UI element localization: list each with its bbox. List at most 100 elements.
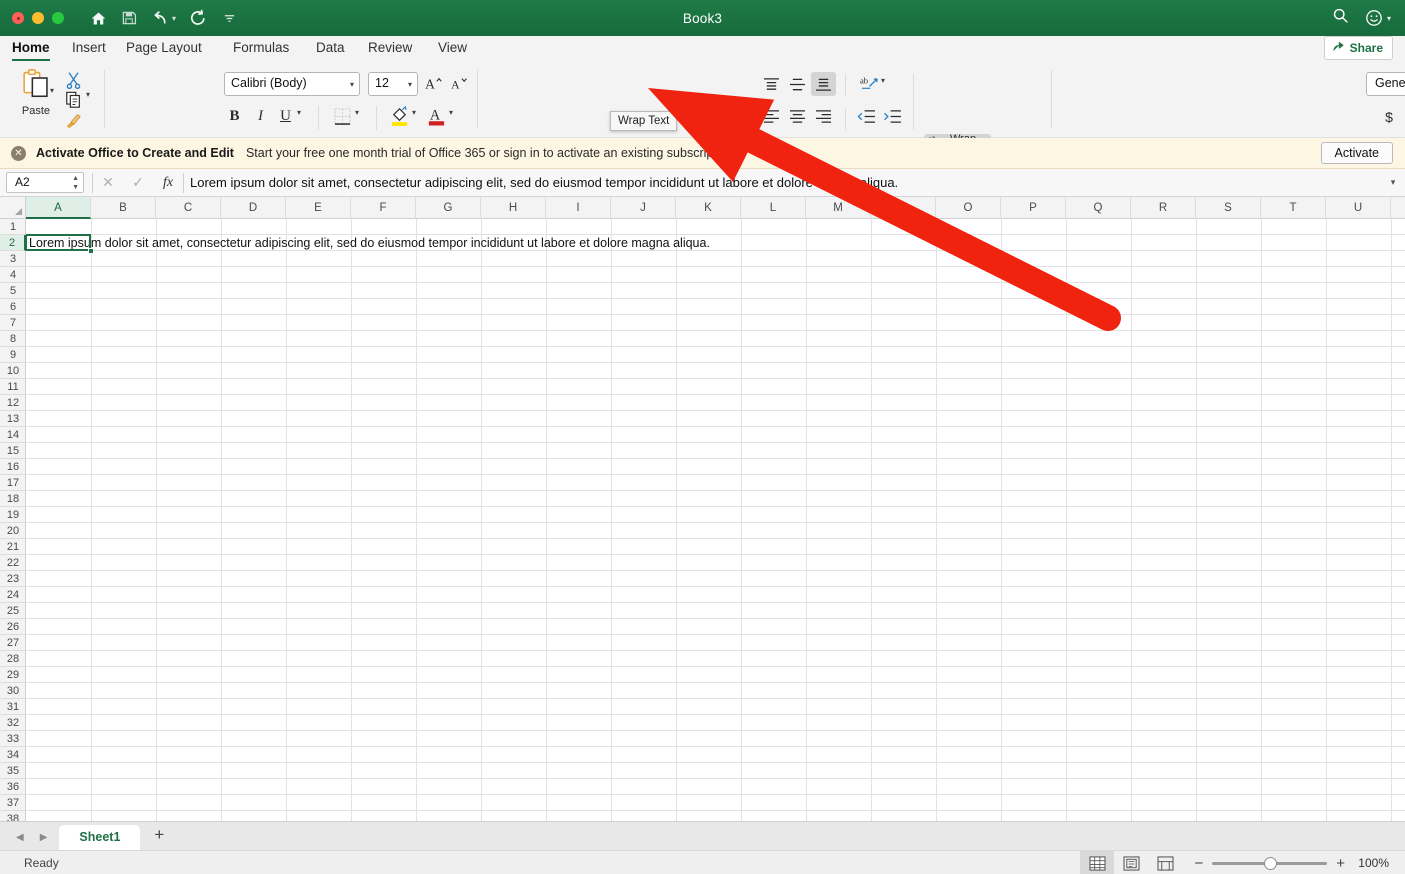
column-header-G[interactable]: G [416,197,481,219]
row-header-20[interactable]: 20 [0,523,26,539]
confirm-icon[interactable]: ✓ [123,174,153,191]
row-header-1[interactable]: 1 [0,219,26,235]
row-header-24[interactable]: 24 [0,587,26,603]
font-family-input[interactable]: Calibri (Body) ▾ [224,72,360,96]
spreadsheet-grid[interactable]: ABCDEFGHIJKLMNOPQRSTU 1 2 3 4 5 6 7 8 9 10 11 12 13 1… [0,197,1405,821]
fill-handle[interactable] [88,248,94,254]
column-header-O[interactable]: O [936,197,1001,219]
borders-icon[interactable] [331,106,353,126]
row-header-37[interactable]: 37 [0,795,26,811]
page-layout-view-button[interactable] [1114,851,1148,874]
cell-A2[interactable]: Lorem ipsum dolor sit amet, consectetur … [29,236,710,250]
row-header-21[interactable]: 21 [0,539,26,555]
row-header-22[interactable]: 22 [0,555,26,571]
column-header-E[interactable]: E [286,197,351,219]
column-header-H[interactable]: H [481,197,546,219]
column-header-B[interactable]: B [91,197,156,219]
column-header-T[interactable]: T [1261,197,1326,219]
column-header-A[interactable]: A [26,197,91,219]
row-header-7[interactable]: 7 [0,315,26,331]
tab-insert[interactable]: Insert [72,39,106,60]
tab-view[interactable]: View [438,39,467,60]
row-header-36[interactable]: 36 [0,779,26,795]
expand-formula-bar-icon[interactable]: ▾ [1381,177,1405,188]
row-header-28[interactable]: 28 [0,651,26,667]
select-all-button[interactable] [0,197,26,219]
column-header-R[interactable]: R [1131,197,1196,219]
row-header-6[interactable]: 6 [0,299,26,315]
row-header-19[interactable]: 19 [0,507,26,523]
italic-button[interactable]: I [252,106,269,126]
tab-data[interactable]: Data [316,39,345,60]
row-header-23[interactable]: 23 [0,571,26,587]
column-header-Q[interactable]: Q [1066,197,1131,219]
row-header-8[interactable]: 8 [0,331,26,347]
zoom-in-button[interactable]: + [1336,855,1345,872]
row-header-13[interactable]: 13 [0,411,26,427]
tab-formulas[interactable]: Formulas [233,39,289,60]
account-dropdown-icon[interactable]: ▾ [1387,14,1391,23]
column-header-C[interactable]: C [156,197,221,219]
search-icon[interactable] [1332,7,1349,29]
row-header-17[interactable]: 17 [0,475,26,491]
zoom-out-button[interactable]: − [1194,855,1203,872]
sheet-tab-sheet1[interactable]: Sheet1 [59,825,141,850]
grid-cells[interactable]: Lorem ipsum dolor sit amet, consectetur … [26,219,1405,821]
paste-dropdown-icon[interactable]: ▾ [50,86,54,95]
row-header-33[interactable]: 33 [0,731,26,747]
row-header-27[interactable]: 27 [0,635,26,651]
row-header-4[interactable]: 4 [0,267,26,283]
copy-icon[interactable] [62,90,84,110]
formula-input[interactable]: Lorem ipsum dolor sit amet, consectetur … [184,175,1381,190]
underline-dropdown-icon[interactable]: ▾ [297,108,301,117]
column-header-K[interactable]: K [676,197,741,219]
row-header-29[interactable]: 29 [0,667,26,683]
previous-sheet-icon[interactable]: ◀ [16,832,24,843]
zoom-level-label[interactable]: 100% [1351,856,1389,870]
cancel-icon[interactable]: ✕ [93,174,123,191]
next-sheet-icon[interactable]: ▶ [40,832,48,843]
account-icon[interactable]: ▾ [1365,9,1391,27]
row-header-10[interactable]: 10 [0,363,26,379]
row-header-16[interactable]: 16 [0,459,26,475]
copy-dropdown-icon[interactable]: ▾ [86,90,90,99]
column-header-D[interactable]: D [221,197,286,219]
row-header-38[interactable]: 38 [0,811,26,821]
column-header-U[interactable]: U [1326,197,1391,219]
row-header-30[interactable]: 30 [0,683,26,699]
row-header-9[interactable]: 9 [0,347,26,363]
row-header-15[interactable]: 15 [0,443,26,459]
row-header-26[interactable]: 26 [0,619,26,635]
name-box[interactable]: A2 ▲ ▼ [6,172,84,193]
activate-button[interactable]: Activate [1320,142,1393,164]
scissors-icon[interactable] [62,70,84,90]
row-header-35[interactable]: 35 [0,763,26,779]
bold-button[interactable]: B [226,106,243,126]
row-header-14[interactable]: 14 [0,427,26,443]
row-header-2[interactable]: 2 [0,235,26,251]
insert-function-icon[interactable]: fx [153,175,183,191]
name-box-spinner-icon[interactable]: ▲ ▼ [72,174,79,192]
zoom-slider-handle[interactable] [1263,856,1277,870]
column-header-P[interactable]: P [1001,197,1066,219]
column-header-J[interactable]: J [611,197,676,219]
format-painter-icon[interactable] [62,110,84,130]
page-break-view-button[interactable] [1148,851,1182,874]
tab-page-layout[interactable]: Page Layout [126,39,202,60]
column-header-F[interactable]: F [351,197,416,219]
column-header-I[interactable]: I [546,197,611,219]
column-header-S[interactable]: S [1196,197,1261,219]
column-header-L[interactable]: L [741,197,806,219]
row-header-18[interactable]: 18 [0,491,26,507]
row-header-32[interactable]: 32 [0,715,26,731]
share-button[interactable]: Share [1323,36,1393,60]
column-header-N[interactable]: N [871,197,936,219]
row-header-3[interactable]: 3 [0,251,26,267]
tab-home[interactable]: Home [12,39,50,61]
close-icon[interactable]: ✕ [11,145,26,161]
active-cell-selection[interactable] [26,234,91,251]
add-sheet-button[interactable]: + [154,825,164,845]
zoom-control[interactable]: − + [1194,855,1345,872]
normal-view-button[interactable] [1080,851,1115,874]
row-header-25[interactable]: 25 [0,603,26,619]
